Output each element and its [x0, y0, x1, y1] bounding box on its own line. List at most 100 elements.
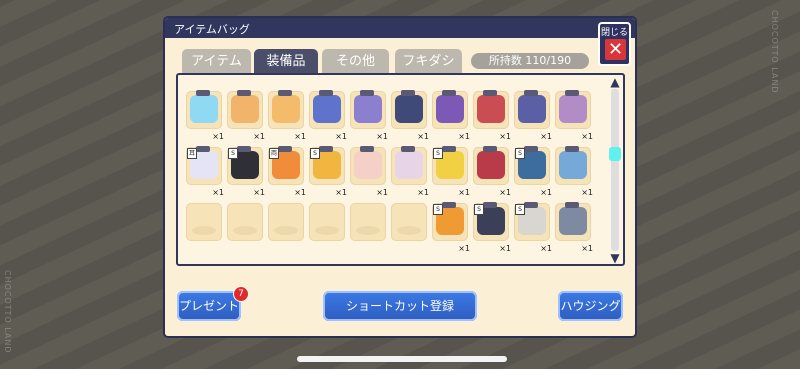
holding-count: 所持数 110/190 [471, 53, 589, 69]
inventory-item[interactable]: 両 ×1 [268, 146, 306, 197]
holding-label: 所持数 [488, 54, 522, 67]
item-level-tag [565, 146, 579, 152]
item-icon [559, 207, 587, 235]
item-count: ×1 [581, 244, 593, 253]
item-icon [559, 95, 587, 123]
item-level-tag [565, 90, 579, 96]
inventory-item[interactable]: ×1 [227, 90, 265, 141]
tab-speech-bubble[interactable]: フキダシ [395, 49, 462, 73]
close-icon: ✕ [605, 39, 626, 60]
inventory-empty-slot[interactable] [350, 203, 386, 241]
item-level-tag [442, 146, 456, 152]
item-count: ×1 [212, 188, 224, 197]
inventory-empty-slot[interactable] [227, 203, 263, 241]
item-level-tag [360, 146, 374, 152]
inventory-item[interactable]: ×1 [473, 146, 511, 197]
inventory-empty-slot[interactable] [391, 203, 427, 241]
scroll-up-icon[interactable]: ▲ [608, 76, 622, 88]
inventory-item[interactable]: ×1 [555, 202, 593, 253]
item-icon [477, 151, 505, 179]
equipment-grid: ×1 ×1 ×1 ×1 ×1 ×1 ×1 ×1 ×1 ×1 耳 ×1 S ×1 両 ×1 S ×1 ×1 ×1 S ×1 ×… [176, 73, 625, 266]
tab-other[interactable]: その他 [322, 49, 389, 73]
item-level-tag [442, 90, 456, 96]
item-type-badge: S [474, 204, 484, 215]
inventory-item[interactable]: ×1 [186, 90, 224, 141]
item-count: ×1 [458, 188, 470, 197]
inventory-item[interactable]: ×1 [555, 146, 593, 197]
item-icon [559, 151, 587, 179]
item-count: ×1 [540, 244, 552, 253]
present-button[interactable]: プレゼント [177, 291, 241, 321]
inventory-empty-slot[interactable] [186, 203, 222, 241]
title-bar: アイテムバッグ [165, 18, 635, 38]
item-level-tag [278, 90, 292, 96]
tab-items[interactable]: アイテム [182, 49, 251, 73]
item-count: ×1 [417, 132, 429, 141]
item-level-tag [278, 146, 292, 152]
inventory-item[interactable]: S ×1 [227, 146, 265, 197]
item-level-tag [196, 146, 210, 152]
item-level-tag [319, 146, 333, 152]
tab-equipment[interactable]: 装備品 [254, 49, 318, 73]
inventory-item[interactable]: S ×1 [514, 202, 552, 253]
inventory-item[interactable]: S ×1 [432, 146, 470, 197]
item-count: ×1 [499, 188, 511, 197]
scroll-down-icon[interactable]: ▼ [608, 252, 622, 264]
inventory-item[interactable]: S ×1 [309, 146, 347, 197]
item-level-tag [319, 90, 333, 96]
scroll-track[interactable] [611, 89, 619, 251]
item-count: ×1 [253, 132, 265, 141]
inventory-item[interactable]: ×1 [432, 90, 470, 141]
item-count: ×1 [458, 244, 470, 253]
watermark-right: CHOCOTTO LAND [770, 10, 779, 94]
item-icon [354, 95, 382, 123]
inventory-item[interactable]: S ×1 [514, 146, 552, 197]
item-type-badge: S [515, 204, 525, 215]
shortcut-register-button[interactable]: ショートカット登録 [323, 291, 477, 321]
housing-button[interactable]: ハウジング [558, 291, 623, 321]
home-indicator [297, 356, 507, 362]
scrollbar[interactable]: ▲ ▼ [608, 76, 622, 264]
item-type-badge: S [310, 148, 320, 159]
item-icon [395, 151, 423, 179]
item-level-tag [524, 90, 538, 96]
item-level-tag [442, 202, 456, 208]
inventory-item[interactable]: ×1 [555, 90, 593, 141]
inventory-item[interactable]: 耳 ×1 [186, 146, 224, 197]
item-icon [518, 95, 546, 123]
inventory-empty-slot[interactable] [309, 203, 345, 241]
item-icon [395, 95, 423, 123]
item-count: ×1 [376, 132, 388, 141]
item-icon [477, 95, 505, 123]
inventory-item[interactable]: ×1 [309, 90, 347, 141]
inventory-empty-slot[interactable] [268, 203, 304, 241]
item-count: ×1 [458, 132, 470, 141]
item-type-badge: 耳 [187, 148, 197, 159]
item-count: ×1 [335, 132, 347, 141]
inventory-item[interactable]: ×1 [391, 146, 429, 197]
item-count: ×1 [581, 132, 593, 141]
inventory-item[interactable]: ×1 [350, 146, 388, 197]
inventory-item[interactable]: ×1 [268, 90, 306, 141]
item-icon [272, 95, 300, 123]
scroll-thumb[interactable] [609, 147, 621, 161]
item-count: ×1 [376, 188, 388, 197]
inventory-item[interactable]: ×1 [391, 90, 429, 141]
present-notification-badge: 7 [233, 286, 249, 302]
inventory-item[interactable]: ×1 [473, 90, 511, 141]
item-level-tag [237, 90, 251, 96]
inventory-item[interactable]: S ×1 [432, 202, 470, 253]
window-title: アイテムバッグ [174, 23, 250, 36]
item-type-badge: S [433, 204, 443, 215]
inventory-item[interactable]: ×1 [350, 90, 388, 141]
item-count: ×1 [540, 132, 552, 141]
close-button[interactable]: 閉じる ✕ [598, 22, 631, 66]
inventory-item[interactable]: ×1 [514, 90, 552, 141]
close-label: 閉じる [600, 28, 628, 38]
watermark-left: CHOCOTTO LAND [3, 270, 12, 354]
item-count: ×1 [212, 132, 224, 141]
item-type-badge: S [433, 148, 443, 159]
item-icon [313, 95, 341, 123]
inventory-item[interactable]: S ×1 [473, 202, 511, 253]
item-count: ×1 [581, 188, 593, 197]
